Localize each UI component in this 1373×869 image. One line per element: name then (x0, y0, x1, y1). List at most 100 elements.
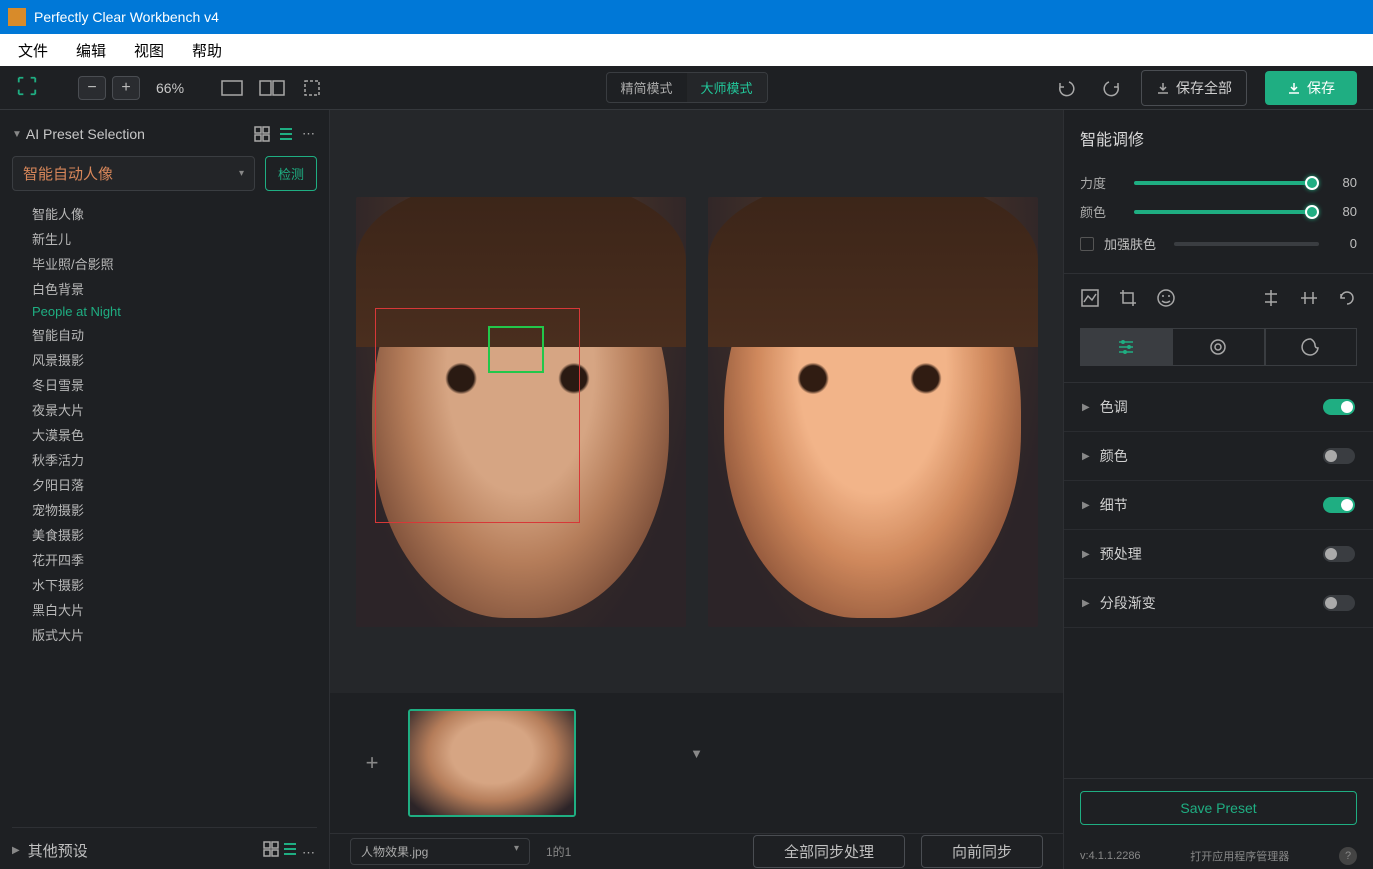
mode-master[interactable]: 大师模式 (687, 73, 767, 102)
preset-item[interactable]: 宠物摄影 (32, 497, 317, 522)
preset-item[interactable]: 美食摄影 (32, 522, 317, 547)
enhance-skin-checkbox[interactable] (1080, 237, 1094, 251)
other-presets-header[interactable]: ▶ 其他预设 (12, 840, 88, 861)
preset-item[interactable]: People at Night (32, 301, 317, 322)
histogram-icon[interactable] (1080, 288, 1100, 308)
preset-item[interactable]: 花开四季 (32, 547, 317, 572)
save-button[interactable]: 保存 (1265, 71, 1357, 105)
preset-item[interactable]: 秋季活力 (32, 447, 317, 472)
version-label: v:4.1.1.2286 (1080, 850, 1141, 862)
slider-track[interactable] (1134, 181, 1319, 185)
preset-item[interactable]: 白色背景 (32, 276, 317, 301)
accordion-item[interactable]: ▶分段渐变 (1064, 579, 1373, 628)
expand-triangle-icon: ▼ (12, 129, 22, 140)
crop-icon[interactable] (1118, 288, 1138, 308)
menu-file[interactable]: 文件 (4, 36, 62, 65)
slider-row: 力度 80 (1064, 168, 1373, 197)
adjustment-accordion: ▶色调 ▶颜色 ▶细节 ▶预处理 ▶分段渐变 (1064, 382, 1373, 778)
thumbnail-selected[interactable] (408, 709, 576, 817)
view-single-icon[interactable] (220, 79, 244, 97)
panel-title: 智能调修 (1064, 110, 1373, 168)
toggle-switch[interactable] (1323, 497, 1355, 513)
mode-switch: 精简模式 大师模式 (605, 72, 767, 103)
toggle-switch[interactable] (1323, 546, 1355, 562)
redo-icon[interactable] (1101, 77, 1123, 99)
grid-view-icon[interactable] (254, 126, 270, 142)
grid-view-icon[interactable] (263, 841, 279, 857)
bottom-bar: 人物效果.jpg▾ 1的1 全部同步处理 向前同步 (330, 833, 1063, 869)
tab-adjustments[interactable] (1080, 328, 1172, 366)
enhance-skin-value: 0 (1329, 236, 1357, 251)
preset-section-header[interactable]: ▼ AI Preset Selection (12, 126, 145, 142)
accordion-item[interactable]: ▶颜色 (1064, 432, 1373, 481)
undo-icon[interactable] (1055, 77, 1077, 99)
accordion-label: 色调 (1100, 397, 1128, 417)
view-split-icon[interactable] (258, 79, 286, 97)
filmstrip-collapse-icon[interactable]: ▼ (690, 746, 703, 761)
save-all-button[interactable]: 保存全部 (1141, 70, 1247, 106)
accordion-label: 预处理 (1100, 544, 1142, 564)
zoom-out-button[interactable]: − (78, 76, 106, 100)
preset-item[interactable]: 夜景大片 (32, 397, 317, 422)
preset-item[interactable]: 夕阳日落 (32, 472, 317, 497)
slider-label: 力度 (1080, 173, 1124, 192)
more-menu-icon[interactable]: ⋯ (302, 845, 317, 860)
slider-knob[interactable] (1305, 205, 1319, 219)
slider-knob[interactable] (1305, 176, 1319, 190)
sync-all-button[interactable]: 全部同步处理 (753, 835, 905, 868)
accordion-label: 细节 (1100, 495, 1128, 515)
menu-edit[interactable]: 编辑 (62, 36, 120, 65)
crop-logo-icon[interactable] (16, 75, 38, 100)
list-view-icon[interactable] (278, 126, 294, 142)
preset-item[interactable]: 新生儿 (32, 226, 317, 251)
sync-forward-button[interactable]: 向前同步 (921, 835, 1043, 868)
more-menu-icon[interactable]: ⋯ (302, 126, 317, 142)
face-icon[interactable] (1156, 288, 1176, 308)
preset-item[interactable]: 毕业照/合影照 (32, 251, 317, 276)
open-manager-link[interactable]: 打开应用程序管理器 (1190, 848, 1289, 864)
add-image-button[interactable]: + (350, 709, 394, 817)
file-dropdown[interactable]: 人物效果.jpg▾ (350, 838, 530, 865)
preset-item[interactable]: 冬日雪景 (32, 372, 317, 397)
slider-label: 颜色 (1080, 202, 1124, 221)
preset-item[interactable]: 黑白大片 (32, 597, 317, 622)
expand-triangle-icon: ▶ (1082, 598, 1090, 609)
rotate-icon[interactable] (1337, 288, 1357, 308)
flip-vertical-icon[interactable] (1261, 288, 1281, 308)
tool-icons-row (1064, 273, 1373, 318)
menu-help[interactable]: 帮助 (178, 36, 236, 65)
adjustment-tabs (1064, 318, 1373, 382)
toggle-switch[interactable] (1323, 595, 1355, 611)
view-crop-icon[interactable] (300, 79, 324, 97)
window-title: Perfectly Clear Workbench v4 (34, 9, 219, 25)
accordion-item[interactable]: ▶预处理 (1064, 530, 1373, 579)
preset-item[interactable]: 大漠景色 (32, 422, 317, 447)
tab-eye[interactable] (1172, 328, 1264, 366)
menu-view[interactable]: 视图 (120, 36, 178, 65)
help-icon[interactable]: ? (1339, 847, 1357, 865)
toggle-switch[interactable] (1323, 448, 1355, 464)
left-panel: ▼ AI Preset Selection ⋯ 智能自动人像▾ 检测 智能人像新… (0, 110, 330, 869)
accordion-item[interactable]: ▶色调 (1064, 383, 1373, 432)
flip-horizontal-icon[interactable] (1299, 288, 1319, 308)
slider-track[interactable] (1134, 210, 1319, 214)
accordion-item[interactable]: ▶细节 (1064, 481, 1373, 530)
preset-item[interactable]: 智能人像 (32, 201, 317, 226)
preset-item[interactable]: 智能自动 (32, 322, 317, 347)
menu-bar: 文件 编辑 视图 帮助 (0, 34, 1373, 66)
enhance-skin-slider[interactable] (1174, 242, 1319, 246)
accordion-label: 颜色 (1100, 446, 1128, 466)
image-compare-area[interactable] (330, 110, 1063, 693)
toggle-switch[interactable] (1323, 399, 1355, 415)
preset-item[interactable]: 水下摄影 (32, 572, 317, 597)
save-preset-button[interactable]: Save Preset (1080, 791, 1357, 825)
detect-button[interactable]: 检测 (265, 156, 317, 191)
preset-item[interactable]: 风景摄影 (32, 347, 317, 372)
preset-item[interactable]: 版式大片 (32, 622, 317, 647)
zoom-value: 66% (156, 80, 184, 96)
preset-dropdown[interactable]: 智能自动人像▾ (12, 156, 255, 191)
tab-palette[interactable] (1265, 328, 1357, 366)
list-view-icon[interactable] (282, 841, 298, 857)
zoom-in-button[interactable]: + (112, 76, 140, 100)
mode-simple[interactable]: 精简模式 (606, 73, 686, 102)
